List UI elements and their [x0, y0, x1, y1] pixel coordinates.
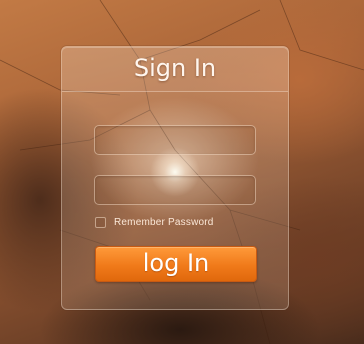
remember-password-checkbox[interactable] [95, 216, 106, 228]
remember-password-row[interactable]: Remember Password [95, 215, 214, 229]
remember-password-label: Remember Password [114, 216, 214, 228]
username-field[interactable] [94, 125, 256, 155]
panel-header: Sign In [62, 47, 288, 92]
login-button[interactable]: log In [95, 246, 257, 282]
password-field[interactable] [94, 175, 256, 205]
panel-title: Sign In [133, 54, 217, 82]
background-scene: Sign In Remember Password log In [0, 0, 364, 344]
sign-in-panel: Sign In Remember Password log In [61, 46, 289, 310]
